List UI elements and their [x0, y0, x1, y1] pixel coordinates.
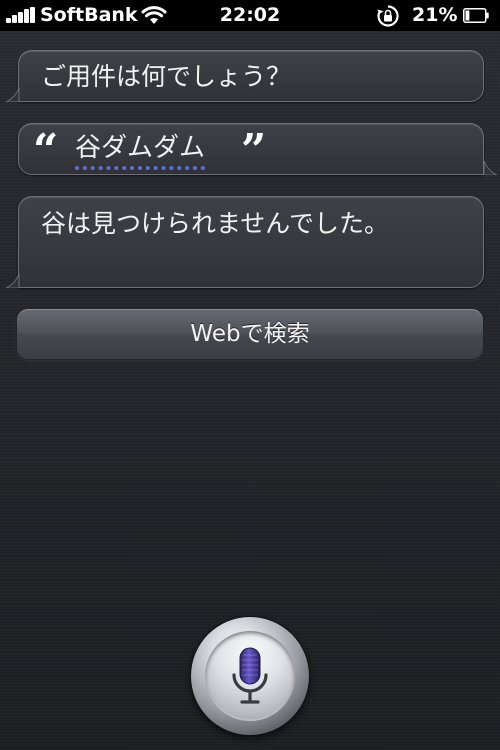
siri-prompt-text: ご用件は何でしょう？ — [41, 62, 292, 91]
bubble-tail — [6, 274, 20, 288]
rotation-lock-icon — [377, 5, 399, 27]
user-query-bubble[interactable]: “ 谷ダムダム ” — [18, 123, 484, 176]
status-bar: SoftBank 22:02 21% — [0, 0, 500, 31]
bubble-tail — [483, 161, 497, 175]
bubble-tail — [6, 88, 20, 102]
siri-prompt-bubble: ご用件は何でしょう？ — [18, 50, 484, 102]
web-search-button[interactable]: Webで検索 — [16, 308, 484, 360]
open-quote-mark: “ — [33, 125, 59, 176]
close-quote-mark: ” — [241, 125, 267, 176]
battery-percentage: 21% — [412, 4, 458, 26]
siri-response-bubble: 谷は見つけられませんでした。 — [18, 196, 484, 288]
user-query-text[interactable]: 谷ダムダム — [75, 132, 206, 170]
microphone-icon — [232, 647, 268, 704]
battery-icon — [463, 8, 489, 23]
siri-response-text: 谷は見つけられませんでした。 — [41, 209, 390, 238]
mic-button-face[interactable] — [205, 631, 295, 721]
siri-mic-button[interactable] — [191, 617, 309, 735]
